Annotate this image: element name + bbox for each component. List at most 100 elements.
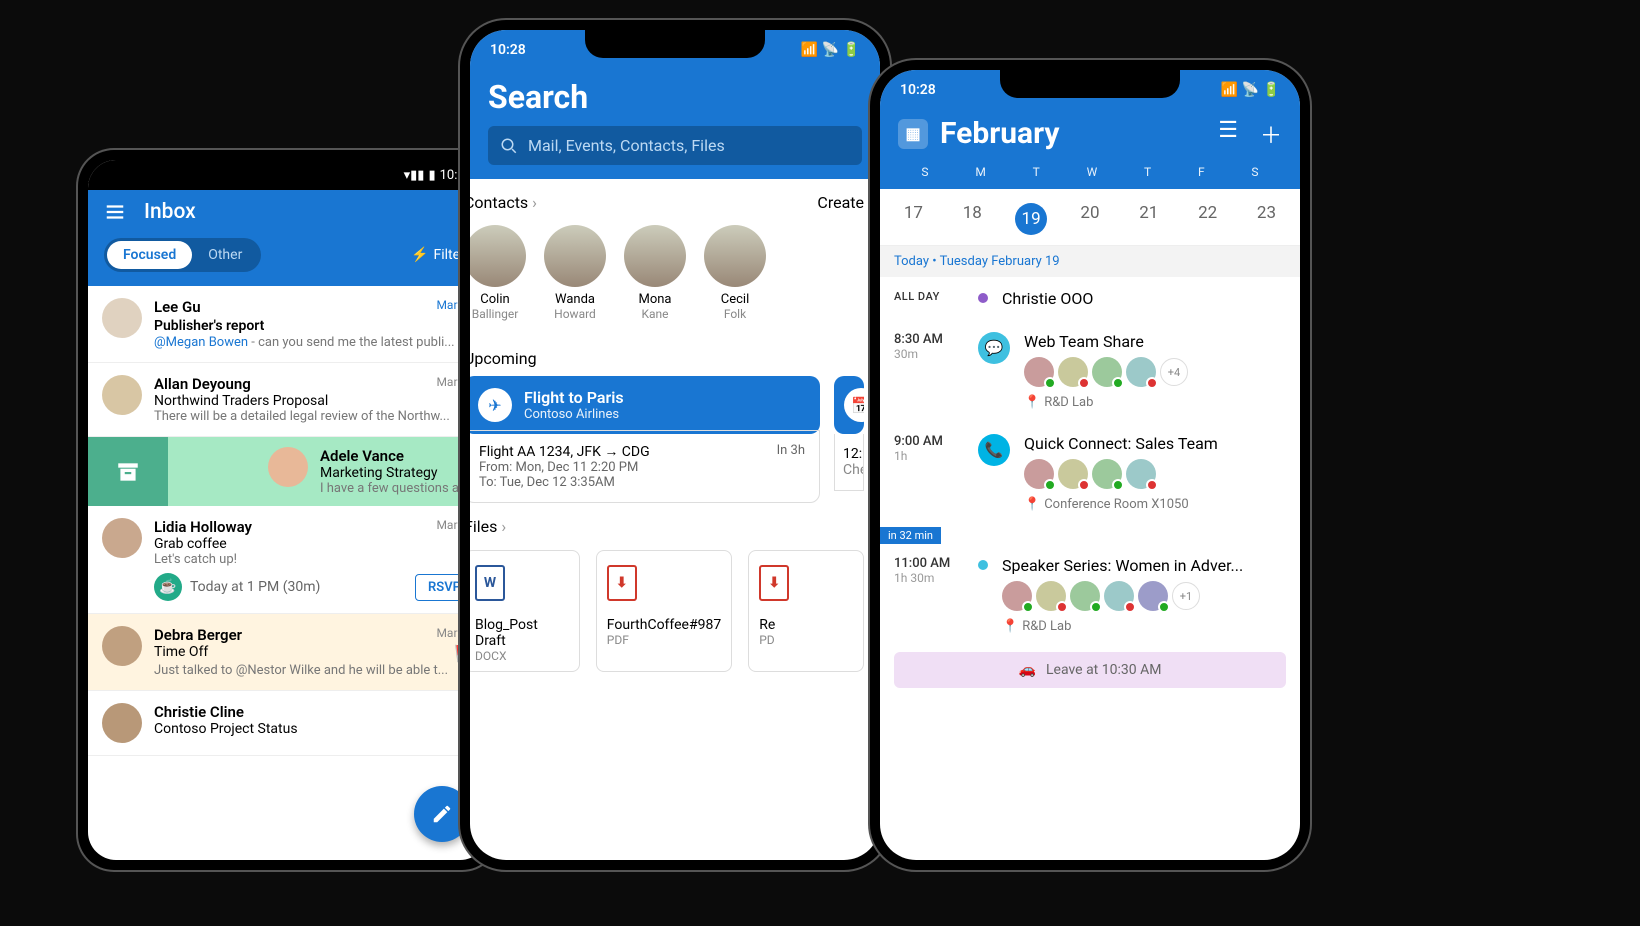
- event-duration: 30m: [894, 347, 964, 361]
- file-card[interactable]: W Blog_Post Draft DOCX: [470, 550, 580, 672]
- email-preview: I have a few questions a...: [320, 481, 476, 496]
- weekday-label: S: [921, 165, 928, 179]
- file-type-icon: W: [475, 565, 505, 601]
- date-cell[interactable]: 22: [1192, 203, 1224, 235]
- phone-calendar: 10:28 📶 📡 🔋 ▦ February ☰ ＋ SMTWTFS 17181…: [870, 60, 1310, 870]
- avatar: [102, 626, 142, 666]
- calendar-event[interactable]: 8:30 AM 30m 💬 Web Team Share +4 📍R&D Lab: [880, 320, 1300, 422]
- weekday-label: S: [1251, 165, 1258, 179]
- inbox-title: Inbox: [144, 200, 196, 224]
- search-placeholder: Mail, Events, Contacts, Files: [528, 136, 725, 155]
- flight-details-card[interactable]: Flight AA 1234, JFK → CDG From: Mon, Dec…: [470, 430, 820, 503]
- location-pin-icon: 📍: [1024, 497, 1040, 512]
- flight-eta: In 3h: [777, 443, 805, 490]
- attendee-avatar: [1036, 581, 1066, 611]
- weekday-label: T: [1144, 165, 1151, 179]
- email-subject: Marketing Strategy: [320, 465, 476, 481]
- location-pin-icon: 📍: [1002, 619, 1018, 634]
- filter-icon: ⚡: [411, 247, 428, 263]
- email-item-swiped[interactable]: Adele Vance Marketing Strategy I have a …: [88, 437, 488, 506]
- attendee-avatar: [1002, 581, 1032, 611]
- contact-sub: Kane: [624, 307, 686, 321]
- file-card[interactable]: ⬇ FourthCoffee#987 PDF: [596, 550, 732, 672]
- upcoming-card-partial[interactable]: 📅 12: Che: [834, 376, 864, 503]
- date-cell[interactable]: 23: [1250, 203, 1282, 235]
- date-cell[interactable]: 20: [1074, 203, 1106, 235]
- hamburger-icon[interactable]: [104, 201, 126, 223]
- flight-from: From: Mon, Dec 11 2:20 PM: [479, 460, 650, 475]
- date-cell[interactable]: 19: [1015, 203, 1047, 235]
- attendee-list: +4: [1024, 357, 1286, 387]
- email-sender: Allan Deyoung: [154, 375, 251, 393]
- file-type-icon: ⬇: [759, 565, 789, 601]
- calendar-event[interactable]: 11:00 AM 1h 30m Speaker Series: Women in…: [880, 544, 1300, 646]
- files-header[interactable]: Files: [470, 517, 497, 536]
- contact-item[interactable]: Colin Ballinger: [470, 225, 526, 321]
- search-input[interactable]: Mail, Events, Contacts, Files: [488, 126, 862, 165]
- event-title: Christie OOO: [1002, 289, 1286, 308]
- chevron-right-icon: ›: [501, 517, 506, 536]
- avatar: [102, 298, 142, 338]
- email-item[interactable]: Christie Cline Contoso Project Status: [88, 691, 488, 756]
- event-countdown: in 32 min: [880, 527, 941, 544]
- contact-name: Wanda: [544, 292, 606, 307]
- attendee-avatar: [1126, 357, 1156, 387]
- email-sender: Christie Cline: [154, 703, 474, 721]
- phone-inbox: ▾▮▮ ▮ 10:28 Inbox Focused Other ⚡ Filter…: [78, 150, 498, 870]
- card-title: Flight to Paris: [524, 388, 624, 407]
- tab-focused[interactable]: Focused: [107, 241, 192, 269]
- weekday-label: T: [1033, 165, 1040, 179]
- contact-name: Cecil: [704, 292, 766, 307]
- agenda-view-icon[interactable]: ☰: [1218, 118, 1238, 150]
- phone-search: 10:28 📶 📡 🔋 Search Mail, Events, Contact…: [460, 20, 890, 870]
- avatar: [268, 447, 308, 487]
- contact-sub: Ballinger: [470, 307, 526, 321]
- file-name: Re: [759, 617, 853, 633]
- status-icons: 📶 📡 🔋: [801, 42, 860, 58]
- leave-time-bar[interactable]: 🚗 Leave at 10:30 AM: [894, 652, 1286, 688]
- tab-other[interactable]: Other: [192, 241, 258, 269]
- event-type-icon: 📞: [978, 434, 1010, 466]
- date-cell[interactable]: 21: [1133, 203, 1165, 235]
- upcoming-header[interactable]: Upcoming: [470, 349, 537, 368]
- attendee-avatar: [1024, 459, 1054, 489]
- battery-icon: ▮: [428, 168, 435, 183]
- archive-action[interactable]: [88, 437, 168, 506]
- leave-label: Leave at 10:30 AM: [1046, 662, 1161, 678]
- event-duration: 1h: [894, 449, 964, 463]
- event-title: Web Team Share: [1024, 332, 1286, 351]
- contact-item[interactable]: Cecil Folk: [704, 225, 766, 321]
- email-item[interactable]: Lidia Holloway Mar 23 Grab coffee Let's …: [88, 506, 488, 614]
- file-card[interactable]: ⬇ Re PD: [748, 550, 864, 672]
- create-button[interactable]: Create: [817, 193, 864, 212]
- allday-row[interactable]: ALL DAY Christie OOO: [880, 277, 1300, 320]
- status-time: 10:28: [490, 42, 526, 58]
- allday-label: ALL DAY: [894, 290, 940, 303]
- event-time: 9:00 AM: [894, 434, 964, 449]
- calendar-icon: 📅: [844, 388, 864, 422]
- more-attendees: +1: [1172, 582, 1200, 610]
- contact-sub: Folk: [704, 307, 766, 321]
- card-subtitle: Contoso Airlines: [524, 407, 624, 422]
- attendee-avatar: [1104, 581, 1134, 611]
- contacts-header[interactable]: Contacts: [470, 193, 528, 212]
- email-sender: Debra Berger: [154, 626, 242, 644]
- date-cell[interactable]: 17: [897, 203, 929, 235]
- contact-item[interactable]: Mona Kane: [624, 225, 686, 321]
- email-mention: @Megan Bowen: [154, 335, 248, 350]
- attendee-avatar: [1024, 357, 1054, 387]
- calendar-today-icon[interactable]: ▦: [898, 119, 928, 149]
- upcoming-flight-card[interactable]: ✈ Flight to Paris Contoso Airlines: [470, 376, 820, 434]
- add-event-icon[interactable]: ＋: [1260, 118, 1282, 150]
- calendar-event[interactable]: 9:00 AM 1h 📞 Quick Connect: Sales Team 📍…: [880, 422, 1300, 524]
- email-item[interactable]: Lee Gu Mar 23 Publisher's report @ @Mega…: [88, 286, 488, 363]
- contact-item[interactable]: Wanda Howard: [544, 225, 606, 321]
- event-location: 📍Conference Room X1050: [1024, 497, 1286, 512]
- avatar: [624, 225, 686, 287]
- email-item[interactable]: Allan Deyoung Mar 23 Northwind Traders P…: [88, 363, 488, 437]
- email-subject: Contoso Project Status: [154, 721, 474, 737]
- email-item[interactable]: Debra Berger Mar 23 Time Off 🚩 Just talk…: [88, 614, 488, 691]
- date-cell[interactable]: 18: [956, 203, 988, 235]
- attendee-avatar: [1092, 357, 1122, 387]
- event-location: 📍R&D Lab: [1002, 619, 1286, 634]
